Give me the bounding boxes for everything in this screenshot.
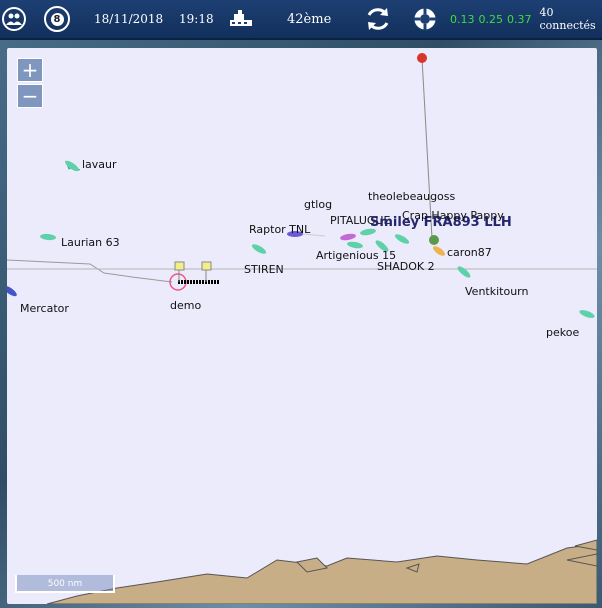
boat-marker[interactable] (394, 232, 411, 245)
track-line (7, 259, 173, 283)
date-display: 18/11/2018 (94, 12, 164, 26)
refresh-button[interactable] (364, 0, 392, 38)
boat-label: STIREN (244, 263, 284, 276)
boat-label: theolebeaugoss (368, 190, 456, 203)
map-canvas (7, 53, 597, 604)
stat-3: 0.37 (507, 12, 532, 26)
sailboat-icon (230, 10, 252, 26)
zoom-in-button[interactable]: + (17, 58, 43, 82)
stat-1: 0.13 (450, 12, 475, 26)
boat-marker[interactable] (432, 245, 447, 258)
race-selector-button[interactable]: 8 (44, 0, 70, 38)
boat-label: demo (170, 299, 202, 312)
boat-marker[interactable] (7, 284, 18, 298)
waypoint-marker[interactable] (174, 261, 185, 271)
boat-label: Crap Happy Pappy (402, 209, 504, 222)
boat-marker-own[interactable] (429, 235, 439, 245)
boat-marker[interactable] (251, 242, 268, 255)
boat-marker[interactable] (64, 159, 81, 173)
rank-display: 42ème (287, 11, 332, 27)
coastline (46, 543, 597, 604)
boat-marker[interactable] (40, 233, 56, 241)
scale-bar: 500 nm (15, 575, 115, 593)
boat-marker[interactable] (456, 265, 472, 280)
boat-marker[interactable] (340, 233, 357, 242)
boat-label: caron87 (447, 246, 492, 259)
boat-label: Laurian 63 (61, 236, 120, 249)
boat-label: gtlog (304, 198, 333, 211)
stat-2: 0.25 (478, 12, 504, 26)
users-button[interactable] (2, 0, 26, 38)
race-wheel-icon: 8 (44, 6, 70, 32)
race-badge: 8 (50, 12, 64, 26)
top-toolbar: 8 18/11/2018 19:18 42ème 0.13 0.25 0.37 … (0, 0, 602, 40)
help-button[interactable] (411, 0, 439, 38)
boat-marker[interactable] (578, 308, 595, 319)
time-display: 19:18 (179, 12, 214, 26)
buoy-marker[interactable] (417, 53, 427, 63)
connected-count: 40 connectés (539, 6, 596, 32)
boat-label: Raptor TNL (249, 223, 311, 236)
zoom-out-button[interactable]: − (17, 84, 43, 108)
boat-label: Ventkitourn (465, 285, 529, 298)
boat-label: lavaur (82, 158, 117, 171)
users-icon (2, 7, 26, 31)
race-map[interactable]: + − lavaur Laurian 63 Mercator demo STIR… (7, 48, 597, 604)
boat-label: SHADOK 2 (377, 260, 435, 273)
waypoint-marker[interactable] (201, 261, 212, 271)
refresh-icon (367, 8, 389, 30)
boat-label: Mercator (20, 302, 69, 315)
load-stats: 0.13 0.25 0.37 40 connectés (450, 0, 602, 38)
boat-button[interactable] (226, 0, 256, 38)
boat-label: pekoe (546, 326, 580, 339)
lifebuoy-icon (413, 7, 437, 31)
